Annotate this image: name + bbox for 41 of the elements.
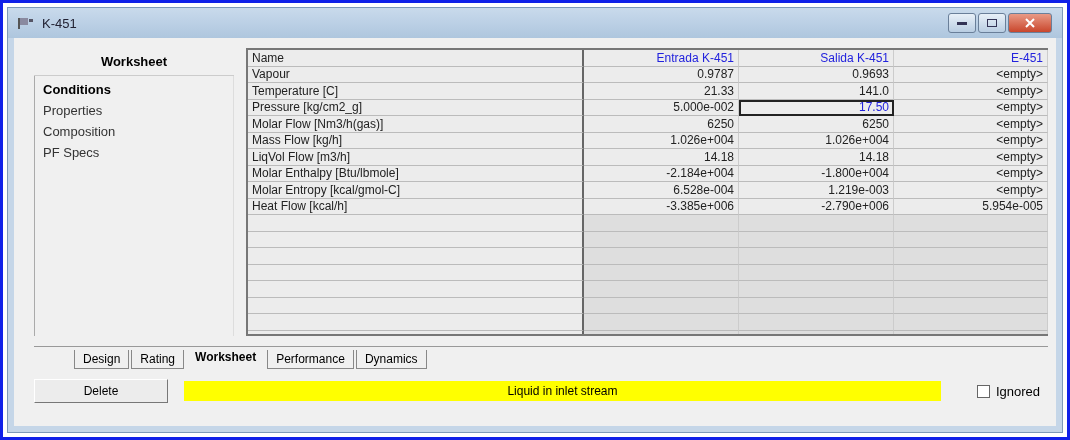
flag-icon xyxy=(18,17,34,29)
ignored-checkbox[interactable] xyxy=(976,384,990,398)
minimize-icon xyxy=(957,21,967,25)
table-cell[interactable]: LiqVol Flow [m3/h] xyxy=(248,149,584,166)
delete-button[interactable]: Delete xyxy=(34,379,168,403)
sidebar-item[interactable]: Properties xyxy=(43,103,225,118)
column-header: Salida K-451 xyxy=(739,50,894,67)
table-cell[interactable]: <empty> xyxy=(894,182,1048,199)
column-header: Entrada K-451 xyxy=(584,50,739,67)
tab[interactable]: Performance xyxy=(267,350,354,369)
window-title: K-451 xyxy=(42,15,77,31)
checkbox-label: Ignored xyxy=(995,383,1040,399)
minimize-button[interactable] xyxy=(948,13,976,33)
table-cell[interactable]: <empty> xyxy=(894,149,1048,166)
sidebar-item[interactable]: Composition xyxy=(43,124,225,139)
table-cell[interactable]: 141.0 xyxy=(739,83,894,100)
tab[interactable]: Rating xyxy=(131,350,185,369)
table-cell[interactable]: Temperature [C] xyxy=(248,83,584,100)
table-cell[interactable]: 1.219e-003 xyxy=(739,182,894,199)
status-message: Liquid in inlet stream xyxy=(184,381,941,401)
sidebar-item[interactable]: PF Specs xyxy=(43,145,225,160)
table-cell[interactable]: <empty> xyxy=(894,83,1048,100)
close-icon xyxy=(1025,18,1035,28)
table-cell[interactable]: 14.18 xyxy=(739,149,894,166)
table-cell[interactable]: 6.528e-004 xyxy=(584,182,739,199)
table-cell[interactable]: 6250 xyxy=(584,116,739,133)
tab[interactable]: Design xyxy=(74,350,130,369)
sidebar-item[interactable]: Conditions xyxy=(43,82,225,97)
table-cell[interactable]: 21.33 xyxy=(584,83,739,100)
maximize-button[interactable] xyxy=(978,13,1006,33)
table-cell[interactable]: 6250 xyxy=(739,116,894,133)
table-cell[interactable]: <empty> xyxy=(894,116,1048,133)
column-header: E-451 xyxy=(894,50,1048,67)
table-cell[interactable]: Molar Entropy [kcal/gmol-C] xyxy=(248,182,584,199)
table-cell[interactable]: Molar Flow [Nm3/h(gas)] xyxy=(248,116,584,133)
maximize-icon xyxy=(987,19,997,27)
table-cell[interactable]: 14.18 xyxy=(584,149,739,166)
sidebar-heading: Worksheet xyxy=(34,48,234,76)
tab[interactable]: Dynamics xyxy=(355,350,427,369)
close-button[interactable] xyxy=(1008,13,1052,33)
column-header: Name xyxy=(248,50,584,67)
